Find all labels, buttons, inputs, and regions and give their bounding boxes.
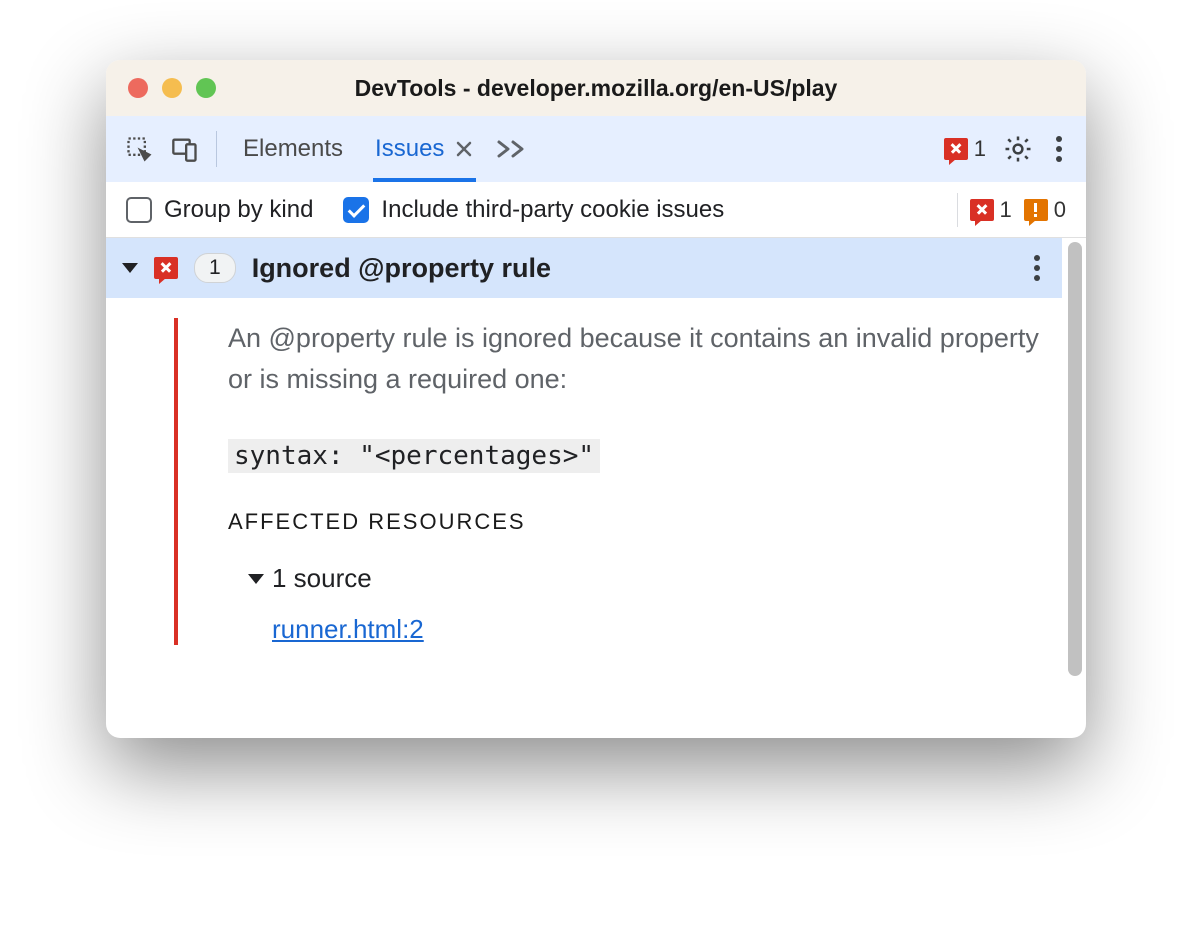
error-icon: [970, 199, 994, 221]
error-count: 1: [974, 136, 986, 162]
minimize-window-button[interactable]: [162, 78, 182, 98]
warning-count: 0: [1054, 197, 1066, 223]
tab-elements[interactable]: Elements: [243, 116, 343, 182]
checkbox-checked: [343, 197, 369, 223]
window-controls: [128, 78, 216, 98]
error-icon: [944, 138, 968, 160]
more-options-icon[interactable]: [1050, 130, 1068, 168]
devtools-window: DevTools - developer.mozilla.org/en-US/p…: [106, 60, 1086, 738]
scrollbar[interactable]: [1068, 242, 1082, 676]
issue-menu-icon[interactable]: [1028, 249, 1046, 287]
checkbox-label: Include third-party cookie issues: [381, 196, 724, 224]
maximize-window-button[interactable]: [196, 78, 216, 98]
titlebar: DevTools - developer.mozilla.org/en-US/p…: [106, 60, 1086, 116]
checkbox-label: Group by kind: [164, 196, 313, 224]
warning-icon: [1024, 199, 1048, 221]
severity-indicator: [174, 318, 178, 645]
settings-icon[interactable]: [1002, 133, 1034, 165]
error-count-pill[interactable]: 1: [970, 197, 1012, 223]
close-tab-icon[interactable]: [454, 139, 474, 159]
checkbox-unchecked: [126, 197, 152, 223]
expand-toggle-icon[interactable]: [122, 263, 138, 273]
options-bar: Group by kind Include third-party cookie…: [106, 182, 1086, 238]
more-tabs-icon[interactable]: [496, 116, 530, 182]
main-toolbar: Elements Issues 1: [106, 116, 1086, 182]
issue-body: An @property rule is ignored because it …: [106, 298, 1062, 645]
tab-issues[interactable]: Issues: [375, 116, 474, 182]
options-divider: [957, 193, 958, 227]
tab-strip: Elements Issues: [243, 116, 530, 182]
window-title: DevTools - developer.mozilla.org/en-US/p…: [355, 75, 838, 102]
expand-toggle-icon[interactable]: [248, 574, 264, 584]
code-snippet: syntax: "<percentages>": [228, 439, 600, 473]
inspect-element-icon[interactable]: [124, 134, 154, 164]
issue-description: An @property rule is ignored because it …: [228, 318, 1042, 399]
issue-count-pill: 1: [194, 253, 236, 283]
close-window-button[interactable]: [128, 78, 148, 98]
source-link[interactable]: runner.html:2: [272, 614, 424, 644]
warning-count-pill[interactable]: 0: [1024, 197, 1066, 223]
device-toolbar-icon[interactable]: [170, 134, 200, 164]
tab-label: Issues: [375, 135, 444, 163]
source-row[interactable]: 1 source: [248, 563, 1042, 594]
error-count: 1: [1000, 197, 1012, 223]
tab-label: Elements: [243, 135, 343, 163]
affected-resources-heading: AFFECTED RESOURCES: [228, 509, 1042, 535]
source-count-label: 1 source: [272, 563, 372, 594]
error-icon: [154, 257, 178, 279]
error-indicator[interactable]: 1: [944, 136, 986, 162]
group-by-kind-checkbox[interactable]: Group by kind: [126, 196, 313, 224]
issue-title: Ignored @property rule: [252, 253, 551, 284]
include-third-party-checkbox[interactable]: Include third-party cookie issues: [343, 196, 724, 224]
issue-header[interactable]: 1 Ignored @property rule: [106, 238, 1062, 298]
toolbar-divider: [216, 131, 217, 167]
issues-panel: 1 Ignored @property rule An @property ru…: [106, 238, 1086, 738]
